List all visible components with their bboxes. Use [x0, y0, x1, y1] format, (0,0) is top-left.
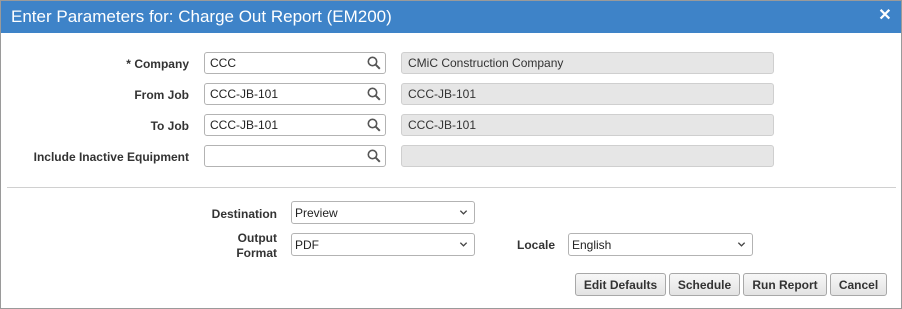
edit-defaults-button[interactable]: Edit Defaults: [575, 273, 666, 296]
cancel-button[interactable]: Cancel: [830, 273, 887, 296]
include-inactive-description: [401, 145, 774, 167]
output-format-label-line1: Output: [237, 231, 277, 245]
report-parameters-dialog: Enter Parameters for: Charge Out Report …: [0, 0, 902, 309]
schedule-button[interactable]: Schedule: [669, 273, 740, 296]
output-format-value: PDF: [295, 238, 319, 252]
company-lov[interactable]: [204, 52, 386, 74]
include-inactive-lov[interactable]: [204, 145, 386, 167]
destination-label: Destination: [211, 207, 277, 221]
chevron-down-icon: [737, 242, 746, 247]
to-job-input[interactable]: [205, 115, 361, 135]
destination-value: Preview: [295, 206, 338, 220]
required-marker: *: [126, 57, 131, 71]
section-divider: [7, 187, 896, 188]
from-job-label: From Job: [134, 88, 189, 102]
chevron-down-icon: [459, 242, 468, 247]
close-icon[interactable]: ✕: [877, 8, 893, 24]
from-job-description: CCC-JB-101: [401, 83, 774, 105]
chevron-down-icon: [459, 210, 468, 215]
run-report-button[interactable]: Run Report: [743, 273, 827, 296]
search-icon[interactable]: [367, 149, 381, 163]
dialog-titlebar: Enter Parameters for: Charge Out Report …: [1, 1, 901, 33]
from-job-lov[interactable]: [204, 83, 386, 105]
company-label-text: Company: [134, 57, 189, 71]
locale-value: English: [572, 238, 612, 252]
company-label: * Company: [61, 57, 189, 71]
search-icon[interactable]: [367, 118, 381, 132]
to-job-description: CCC-JB-101: [401, 114, 774, 136]
company-input[interactable]: [205, 53, 361, 73]
locale-label: Locale: [516, 238, 555, 252]
destination-select[interactable]: Preview: [291, 201, 475, 224]
include-inactive-label: Include Inactive Equipment: [33, 150, 189, 164]
search-icon[interactable]: [367, 56, 381, 70]
output-format-select[interactable]: PDF: [291, 233, 475, 256]
search-icon[interactable]: [367, 87, 381, 101]
output-format-label-line2: Format: [236, 246, 277, 260]
from-job-input[interactable]: [205, 84, 361, 104]
locale-select[interactable]: English: [568, 233, 753, 256]
dialog-title: Enter Parameters for: Charge Out Report …: [11, 7, 392, 26]
output-format-label: Output Format: [201, 231, 277, 261]
to-job-label: To Job: [150, 119, 189, 133]
include-inactive-input[interactable]: [205, 146, 361, 166]
company-description: CMiC Construction Company: [401, 52, 774, 74]
to-job-lov[interactable]: [204, 114, 386, 136]
